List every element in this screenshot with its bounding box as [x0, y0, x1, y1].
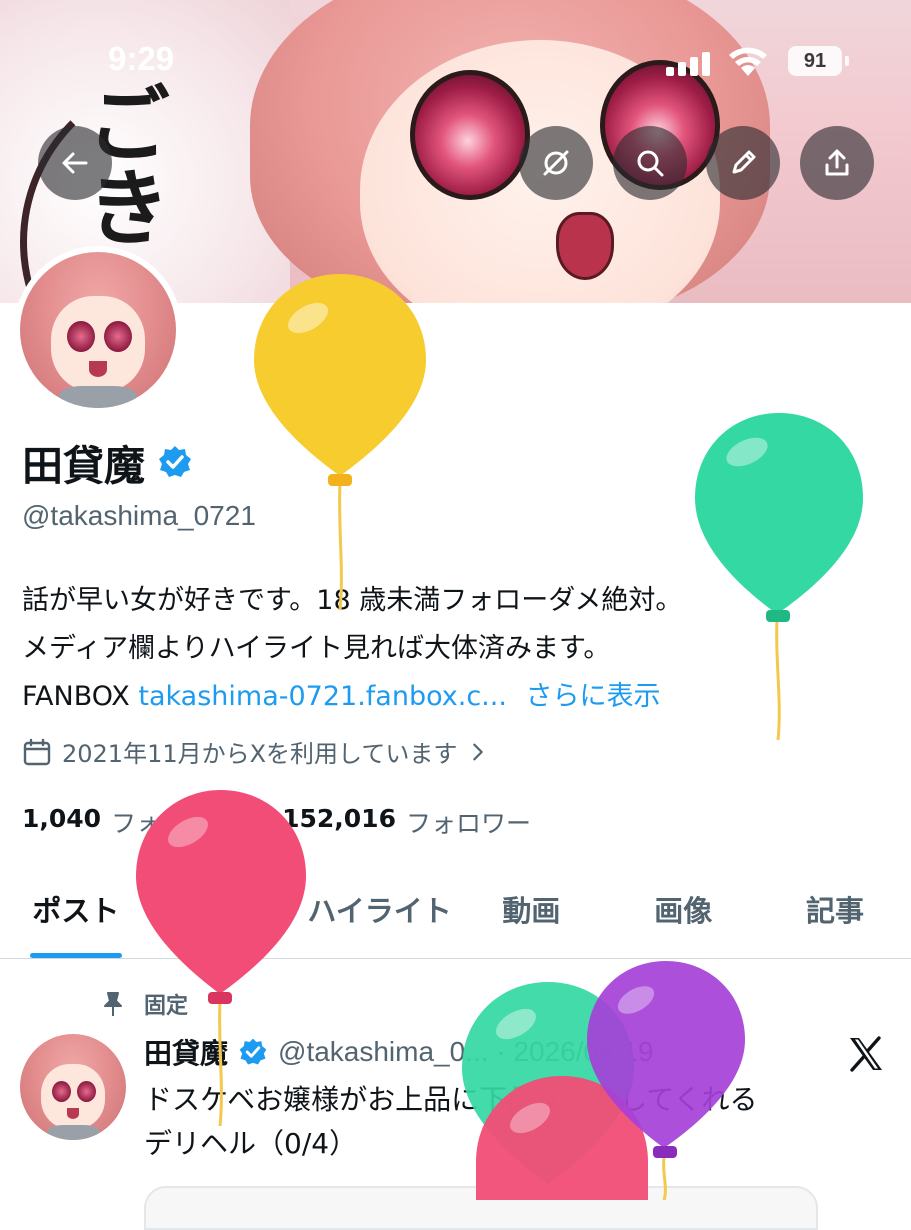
status-bar: 9:29 91 [0, 0, 911, 110]
wifi-icon [729, 47, 767, 76]
verified-badge-icon[interactable] [157, 444, 193, 480]
battery-indicator: 91 [788, 46, 849, 76]
post-meta: @takashima_0... · 2026/04/19 [278, 1036, 654, 1067]
profile-bio: 話が早い女が好きです。18 歳未満フォローダメ絶対。 メディア欄よりハイライト見… [22, 577, 892, 721]
post-header: 田貸魔 @takashima_0... · 2026/04/19 [144, 1032, 654, 1072]
following-count[interactable]: 1,040 [22, 804, 101, 840]
share-icon [825, 149, 849, 176]
x-logo-icon[interactable] [846, 1034, 886, 1074]
back-arrow-icon [62, 152, 88, 174]
follow-stats: 1,040 フォロー中 152,016 フォロワー [22, 804, 531, 840]
calendar-icon [23, 738, 51, 765]
search-button[interactable] [613, 126, 687, 200]
pin-icon [104, 992, 122, 1016]
post-author-name[interactable]: 田貸魔 [144, 1032, 228, 1072]
joined-date: 2021年11月からXを利用しています [62, 740, 458, 768]
chevron-right-icon [473, 743, 484, 760]
pinned-label: 固定 [144, 994, 189, 1019]
bio-line: FANBOX takashima-0721.fanbox.c... さらに表示 [22, 673, 892, 721]
pinned-indicator: 固定 [100, 988, 188, 1020]
bio-line: 話が早い女が好きです。18 歳未満フォローダメ絶対。 [22, 585, 683, 616]
edit-profile-button[interactable] [706, 126, 780, 200]
back-button[interactable] [38, 126, 112, 200]
status-time: 9:29 [108, 40, 175, 77]
grok-button[interactable] [519, 126, 593, 200]
pencil-icon [732, 150, 756, 174]
profile-name-row: 田貸魔 [22, 432, 193, 492]
bio-line: メディア欄よりハイライト見れば大体済みます。 [22, 633, 611, 664]
profile-tabs: ポスト 返信 ハイライト 動画 画像 記事 [0, 860, 911, 959]
post-author-avatar[interactable] [20, 1034, 126, 1140]
followers-label[interactable]: フォロワー [406, 804, 531, 840]
bio-prefix: FANBOX [22, 681, 139, 712]
profile-name: 田貸魔 [22, 442, 145, 490]
search-icon [637, 150, 664, 177]
tab-videos[interactable]: 動画 [455, 860, 607, 958]
tab-articles[interactable]: 記事 [759, 860, 911, 958]
profile-avatar[interactable] [14, 246, 182, 414]
tab-highlights[interactable]: ハイライト [304, 860, 456, 958]
show-more-link[interactable]: さらに表示 [526, 681, 661, 712]
tab-replies[interactable]: 返信 [152, 860, 304, 958]
profile-handle: @takashima_0721 [22, 500, 256, 531]
verified-badge-icon [239, 1038, 267, 1065]
joined-row[interactable]: 2021年11月からXを利用しています [22, 734, 489, 769]
post-text-line: デリヘル（0/4） [144, 1127, 358, 1160]
cellular-signal-icon [666, 52, 714, 76]
share-button[interactable] [800, 126, 874, 200]
following-label[interactable]: フォロー中 [111, 804, 236, 840]
grok-icon [543, 150, 569, 176]
followers-count[interactable]: 152,016 [282, 804, 396, 840]
tab-posts[interactable]: ポスト [0, 860, 152, 958]
post-text-line: ドスケベお嬢様がお上品に下品なことしてくれる [144, 1083, 758, 1116]
post-text[interactable]: ドスケベお嬢様がお上品に下品なことしてくれる デリヘル（0/4） [144, 1078, 884, 1166]
fanbox-link[interactable]: takashima-0721.fanbox.c... [138, 681, 507, 712]
balloon-yellow-decoration [254, 274, 426, 610]
post-media-preview[interactable] [144, 1186, 818, 1230]
banner-character-mouth [556, 212, 614, 280]
tab-images[interactable]: 画像 [607, 860, 759, 958]
